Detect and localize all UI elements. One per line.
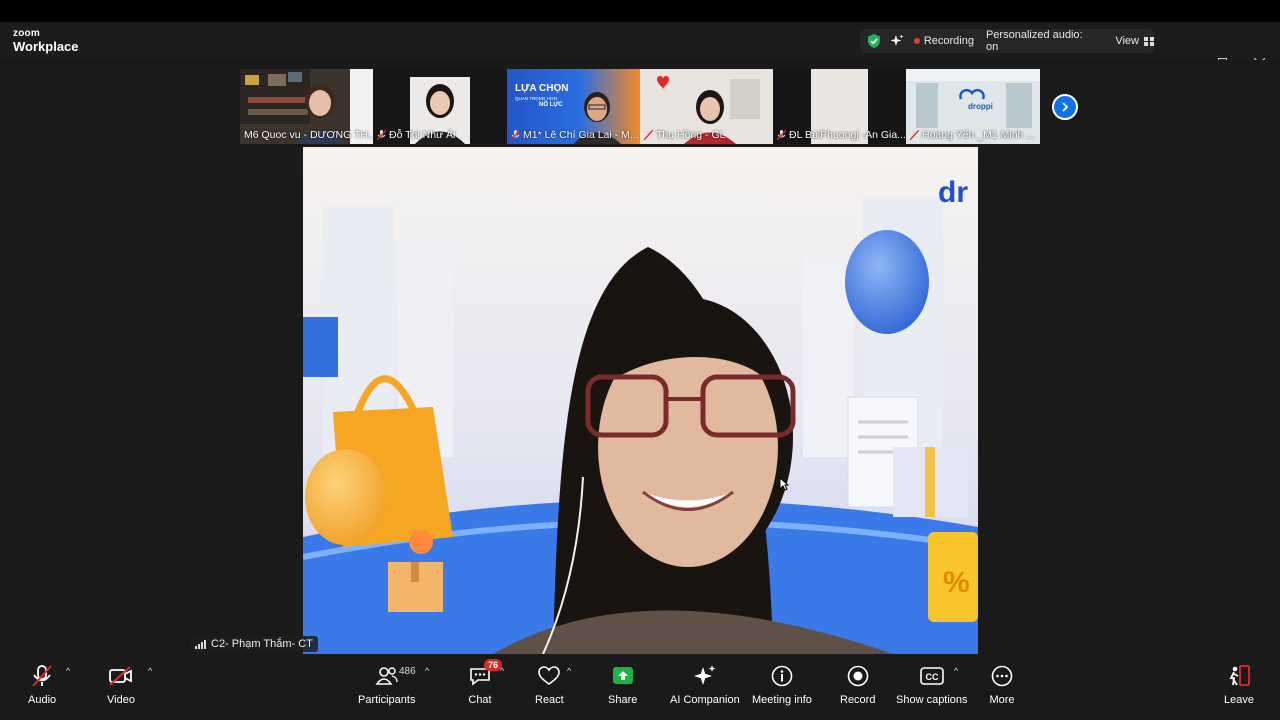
record-button[interactable]: Record xyxy=(840,662,875,706)
share-label: Share xyxy=(608,694,638,706)
more-button[interactable]: More xyxy=(988,662,1016,706)
participants-icon xyxy=(375,667,398,685)
cc-icon-text: CC xyxy=(925,672,938,682)
sparkle-icon[interactable] xyxy=(890,34,904,48)
grid-view-icon xyxy=(1144,36,1154,46)
thumbnail-logo-text: droppi xyxy=(968,102,993,111)
react-options-caret[interactable]: ^ xyxy=(567,666,571,676)
meeting-status-pill: Recording Personalized audio: on View xyxy=(860,29,1154,53)
audio-label: Audio xyxy=(28,694,57,706)
thumbnail-banner-sub: QUAN TRỌNG HƠN xyxy=(515,96,557,101)
video-options-caret[interactable]: ^ xyxy=(148,666,152,676)
mic-muted-icon xyxy=(511,129,520,140)
heart-icon xyxy=(538,666,561,685)
mic-muted-icon xyxy=(910,129,919,140)
audio-button[interactable]: Audio xyxy=(28,662,56,706)
ai-companion-button[interactable]: AI Companion xyxy=(670,662,740,706)
top-black-band xyxy=(0,0,1280,22)
share-icon xyxy=(612,667,633,684)
share-button[interactable]: Share xyxy=(608,662,637,706)
participants-options-caret[interactable]: ^ xyxy=(425,666,429,676)
participant-thumbnail[interactable]: Đỗ Thị Như Ái xyxy=(373,69,506,144)
brand-title: Workplace xyxy=(13,39,79,54)
thumbnail-name: M6 Quoc vu - DƯƠNG TH... xyxy=(244,129,373,141)
speaker-video-frame: % dr xyxy=(303,147,978,654)
participant-thumbnail[interactable]: droppi Hoàng Yến _M1 Minh ... xyxy=(906,69,1040,144)
app-brand: zoom Workplace xyxy=(13,28,79,54)
thumbnail-name: M1* Lê Chí Gia Lai - M... xyxy=(507,127,640,143)
view-button[interactable]: View xyxy=(1115,35,1154,47)
more-icon xyxy=(991,665,1013,687)
captions-options-caret[interactable]: ^ xyxy=(954,666,958,676)
cc-icon: CC xyxy=(919,667,944,685)
info-icon xyxy=(771,665,793,687)
participant-thumbnail[interactable]: Thu Hồng - GL xyxy=(640,69,773,144)
participant-thumbnail[interactable]: LỰA CHỌN QUAN TRỌNG HƠN NỖ LỰC M1* Lê Ch… xyxy=(507,69,640,144)
thumbnail-banner-text: LỰA CHỌN xyxy=(515,83,568,94)
meeting-info-button[interactable]: Meeting info xyxy=(752,662,812,706)
chat-label: Chat xyxy=(468,694,492,706)
mouse-cursor-icon xyxy=(779,477,789,491)
video-off-icon xyxy=(109,666,132,686)
thumbnail-name: Hoàng Yến _M1 Minh ... xyxy=(906,127,1040,143)
ai-companion-label: AI Companion xyxy=(670,694,740,706)
mic-muted-icon xyxy=(644,129,653,140)
meeting-info-label: Meeting info xyxy=(752,694,812,706)
next-page-button[interactable] xyxy=(1052,94,1078,120)
record-label: Record xyxy=(840,694,876,706)
chat-options-caret[interactable]: ^ xyxy=(500,666,504,676)
mic-muted-icon xyxy=(32,665,52,687)
audio-options-caret[interactable]: ^ xyxy=(66,666,70,676)
leave-icon xyxy=(1229,665,1250,686)
shield-check-icon[interactable] xyxy=(866,33,882,49)
mic-muted-icon xyxy=(777,129,786,140)
participant-thumbnail[interactable]: ĐL BùiPhuongj -An Gia... xyxy=(773,69,906,144)
react-button[interactable]: React xyxy=(535,662,564,706)
brand-small: zoom xyxy=(13,28,40,39)
thumbnail-name: Thu Hồng - GL xyxy=(640,127,773,143)
thumbnail-banner-sub2: NỖ LỰC xyxy=(539,101,563,108)
chevron-right-icon xyxy=(1062,102,1069,112)
active-speaker-video[interactable]: % dr xyxy=(303,147,978,654)
video-stage: M6 Quoc vu - DƯƠNG TH... Đỗ Thị Như Ái L… xyxy=(0,60,1280,654)
leave-label: Leave xyxy=(1224,694,1254,706)
meeting-toolbar: Audio ^ Video ^ Participants 486 ^ 76 Ch… xyxy=(0,654,1280,720)
personalized-audio-status[interactable]: Personalized audio: on xyxy=(986,29,1097,53)
video-button[interactable]: Video xyxy=(107,662,135,706)
mic-muted-icon xyxy=(377,129,386,140)
record-icon xyxy=(847,665,869,687)
leave-button[interactable]: Leave xyxy=(1224,662,1254,706)
more-label: More xyxy=(989,694,1015,706)
show-captions-label: Show captions xyxy=(896,694,968,706)
background-logo-text: dr xyxy=(938,176,968,209)
thumbnail-name: ĐL BùiPhuongj -An Gia... xyxy=(773,127,906,143)
participant-thumbnail[interactable]: M6 Quoc vu - DƯƠNG TH... xyxy=(240,69,373,144)
speaker-name-label: C2- Phạm Thắm- CT xyxy=(190,636,318,652)
participants-label: Participants xyxy=(358,694,416,706)
connection-signal-icon xyxy=(195,639,206,649)
svg-text:%: % xyxy=(943,566,970,599)
title-bar: zoom Workplace Recording Personalized au… xyxy=(0,22,1280,69)
view-label: View xyxy=(1115,35,1139,47)
recording-status[interactable]: Recording xyxy=(924,35,974,47)
ai-sparkle-icon xyxy=(693,665,716,685)
video-label: Video xyxy=(107,694,135,706)
chat-button[interactable]: 76 Chat xyxy=(466,659,502,706)
react-label: React xyxy=(535,694,564,706)
thumbnail-name: Đỗ Thị Như Ái xyxy=(373,127,506,143)
recording-dot xyxy=(913,38,920,44)
participants-count: 486 xyxy=(399,666,416,677)
speaker-name: C2- Phạm Thắm- CT xyxy=(211,638,313,650)
